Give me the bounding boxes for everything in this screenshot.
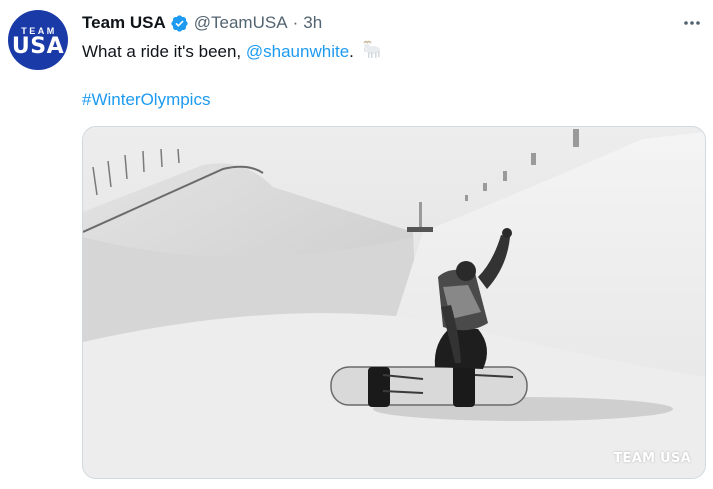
more-horizontal-icon[interactable]	[681, 12, 703, 34]
verified-badge-icon	[170, 14, 189, 33]
tweet-text-start: What a ride it's been,	[82, 42, 246, 61]
avatar-text-bottom: USA	[11, 33, 65, 59]
goat-emoji-icon	[360, 40, 382, 66]
hashtag-link[interactable]: #WinterOlympics	[82, 90, 210, 109]
display-name[interactable]: Team USA	[82, 12, 166, 34]
handle[interactable]: @TeamUSA	[194, 12, 288, 34]
team-usa-watermark: TEAM USA	[613, 451, 691, 466]
timestamp[interactable]: 3h	[303, 12, 322, 34]
tweet-text: What a ride it's been, @shaunwhite.	[82, 40, 382, 66]
hashtag-line: #WinterOlympics	[82, 89, 210, 111]
tweet-text-end: .	[349, 42, 354, 61]
tweet-header: Team USA @TeamUSA · 3h	[82, 12, 322, 34]
separator-dot: ·	[292, 13, 299, 32]
tweet[interactable]: TEAM USA Team USA @TeamUSA · 3h What a r…	[0, 0, 713, 489]
snowboarder-photo	[83, 127, 705, 478]
avatar[interactable]: TEAM USA	[8, 10, 68, 70]
tweet-media-photo[interactable]: TEAM USA	[82, 126, 706, 479]
mention-link[interactable]: @shaunwhite	[246, 42, 349, 61]
